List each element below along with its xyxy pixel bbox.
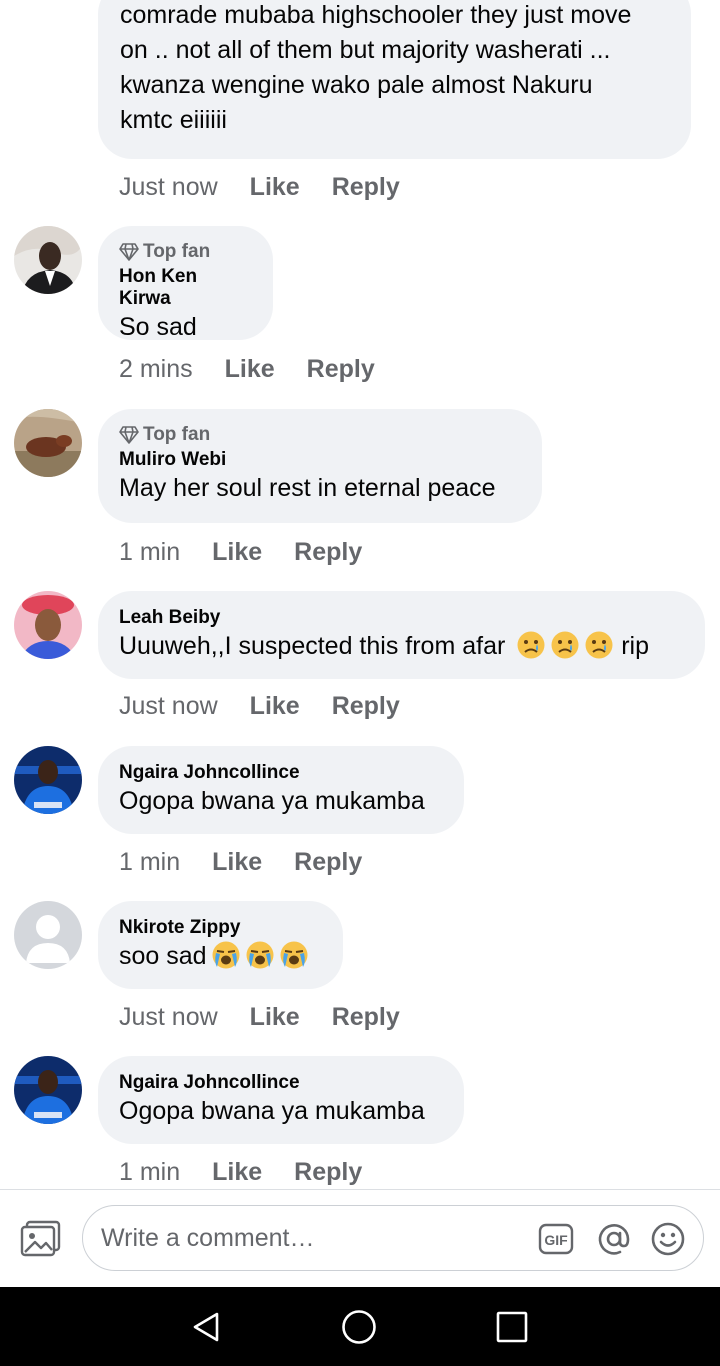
avatar[interactable]: [14, 746, 82, 814]
comment-bubble[interactable]: Leah Beiby Uuuweh,,I suspected this from…: [98, 591, 705, 679]
comment-text: Ogopa bwana ya mukamba: [119, 1097, 425, 1125]
comment-meta: Just now Like Reply: [119, 997, 400, 1037]
reply-button[interactable]: Reply: [307, 355, 375, 384]
avatar[interactable]: [14, 1056, 82, 1124]
diamond-icon: [119, 243, 139, 261]
comment-text-after: rip: [621, 632, 649, 660]
loudly-crying-emoji-icon: [280, 941, 308, 969]
home-icon[interactable]: [341, 1309, 377, 1345]
comment-meta: 1 min Like Reply: [119, 532, 362, 572]
comment-time: 1 min: [119, 537, 181, 566]
comment-time: Just now: [119, 691, 218, 720]
comment-text: Uuuweh,,I suspected this from afar: [119, 632, 506, 660]
like-button[interactable]: Like: [225, 355, 275, 384]
comment-text-row: Uuuweh,,I suspected this from afar rip: [119, 629, 683, 664]
reply-button[interactable]: Reply: [294, 538, 362, 567]
comment-time: Just now: [119, 172, 218, 201]
loudly-crying-emoji-icon: [246, 941, 274, 969]
comment-meta: 2 mins Like Reply: [119, 349, 375, 389]
comment-meta: Just now Like Reply: [119, 686, 400, 726]
commenter-name[interactable]: Ngaira Johncollince: [119, 762, 442, 784]
comment-text-line: on .. not all of them but majority washe…: [120, 36, 611, 64]
comment-input-placeholder: Write a comment…: [101, 1224, 315, 1252]
recents-icon[interactable]: [496, 1311, 528, 1343]
comment-text-line: kwanza wengine wako pale almost Nakuru: [120, 71, 593, 99]
sad-tear-emoji-icon: [517, 631, 545, 659]
comment-bubble[interactable]: Ngaira Johncollince Ogopa bwana ya mukam…: [98, 746, 464, 834]
mention-icon[interactable]: [596, 1221, 632, 1257]
avatar[interactable]: [14, 409, 82, 477]
comment-composer: Write a comment… GIF: [0, 1190, 720, 1286]
like-button[interactable]: Like: [250, 173, 300, 202]
comment-time: Just now: [119, 1002, 218, 1031]
avatar[interactable]: [14, 226, 82, 294]
comment-text-row: soo sad: [119, 939, 321, 974]
comment-text: So sad: [119, 313, 197, 341]
back-icon[interactable]: [189, 1310, 223, 1344]
loudly-crying-emoji-icon: [212, 941, 240, 969]
commenter-name[interactable]: Nkirote Zippy: [119, 917, 321, 939]
comment-text-line: kmtc eiiiiii: [120, 106, 227, 134]
comment-meta: 1 min Like Reply: [119, 842, 362, 882]
reply-button[interactable]: Reply: [332, 173, 400, 202]
comment-bubble[interactable]: Top fan Hon Ken Kirwa So sad: [98, 226, 273, 341]
like-button[interactable]: Like: [250, 1003, 300, 1032]
like-button[interactable]: Like: [212, 848, 262, 877]
comment-bubble[interactable]: Ngaira Johncollince Ogopa bwana ya mukam…: [98, 1056, 464, 1144]
sad-tear-emoji-icon: [551, 631, 579, 659]
comment-time: 1 min: [119, 847, 181, 876]
comment-time: 1 min: [119, 1157, 181, 1186]
top-fan-badge: Top fan: [119, 240, 251, 264]
avatar[interactable]: [14, 901, 82, 969]
reply-button[interactable]: Reply: [294, 848, 362, 877]
top-fan-badge: Top fan: [119, 423, 520, 447]
like-button[interactable]: Like: [212, 538, 262, 567]
commenter-name[interactable]: Leah Beiby: [119, 607, 683, 629]
comment-bubble[interactable]: comrade mubaba highschooler they just mo…: [98, 0, 691, 159]
comments-list[interactable]: comrade mubaba highschooler they just mo…: [0, 0, 720, 1190]
reply-button[interactable]: Reply: [332, 692, 400, 721]
comment-bubble[interactable]: Top fan Muliro Webi May her soul rest in…: [98, 409, 542, 523]
commenter-name[interactable]: Ngaira Johncollince: [119, 1072, 442, 1094]
comment-meta: 1 min Like Reply: [119, 1152, 362, 1190]
gif-label: GIF: [544, 1232, 568, 1248]
reply-button[interactable]: Reply: [332, 1003, 400, 1032]
reply-button[interactable]: Reply: [294, 1158, 362, 1187]
comment-text: Ogopa bwana ya mukamba: [119, 787, 425, 815]
avatar[interactable]: [14, 591, 82, 659]
like-button[interactable]: Like: [212, 1158, 262, 1187]
comment-text: soo sad: [119, 942, 207, 970]
photo-icon[interactable]: [20, 1220, 62, 1258]
sad-tear-emoji-icon: [585, 631, 613, 659]
emoji-icon[interactable]: [650, 1221, 686, 1257]
comment-meta: Just now Like Reply: [119, 167, 400, 207]
comment-text-line: comrade mubaba highschooler they just mo…: [120, 1, 632, 29]
diamond-icon: [119, 426, 139, 444]
comment-time: 2 mins: [119, 354, 193, 383]
commenter-name[interactable]: Hon Ken Kirwa: [119, 266, 251, 310]
comment-text: May her soul rest in eternal peace: [119, 474, 496, 502]
like-button[interactable]: Like: [250, 692, 300, 721]
badge-label: Top fan: [143, 241, 211, 262]
comment-input[interactable]: Write a comment… GIF: [82, 1205, 704, 1271]
gif-icon[interactable]: GIF: [538, 1223, 574, 1255]
badge-label: Top fan: [143, 424, 211, 445]
commenter-name[interactable]: Muliro Webi: [119, 449, 520, 471]
comment-bubble[interactable]: Nkirote Zippy soo sad: [98, 901, 343, 989]
system-navigation-bar: [0, 1287, 720, 1366]
